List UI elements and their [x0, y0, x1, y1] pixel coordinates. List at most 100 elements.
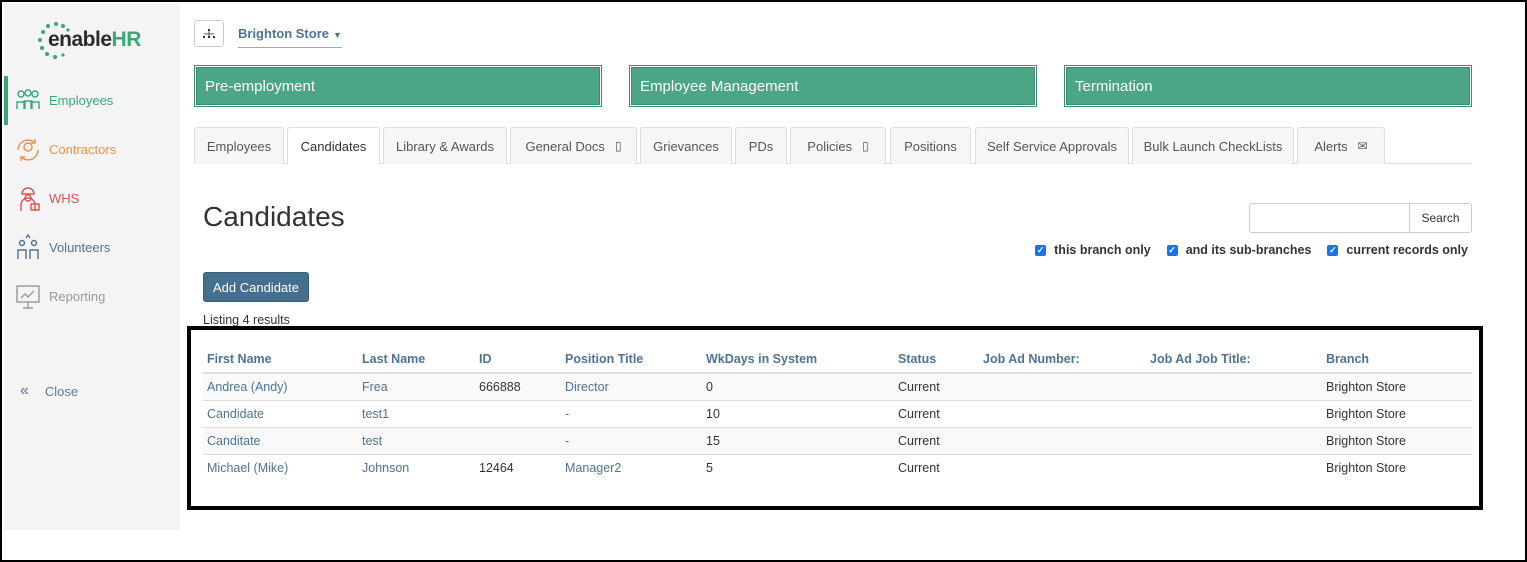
column-header[interactable]: Job Ad Job Title:	[1146, 346, 1322, 374]
sidebar-item-label: Employees	[49, 93, 114, 108]
sidebar-nav: Employees Contractors WHS Volunteers Rep…	[4, 76, 180, 321]
sidebar-item-contractors[interactable]: Contractors	[4, 125, 180, 174]
app-window: enableHR Employees Contractors WHS Volun…	[0, 0, 1527, 562]
contractor-cycle-icon	[17, 138, 39, 161]
branch-name: Brighton Store	[238, 26, 329, 41]
sidebar-close-button[interactable]: « Close	[4, 376, 78, 406]
org-tree-button[interactable]	[194, 20, 224, 47]
mobile-icon: ▯	[614, 139, 622, 153]
tab-alerts[interactable]: Alerts ✉	[1297, 127, 1385, 164]
cell-id	[475, 399, 561, 427]
column-header[interactable]: Position Title	[561, 346, 702, 374]
cell-job-ad-number	[979, 399, 1146, 427]
tab-positions[interactable]: Positions	[890, 127, 971, 164]
mobile-icon: ▯	[862, 139, 869, 153]
cell-job-ad-number	[979, 426, 1146, 454]
cell-wkdays: 15	[702, 426, 894, 454]
report-board-icon	[16, 284, 40, 309]
category-employee-management[interactable]: Employee Management	[629, 65, 1037, 107]
sidebar-item-reporting[interactable]: Reporting	[4, 272, 180, 321]
cell-last-name[interactable]: test	[358, 426, 475, 454]
candidates-table: First Name Last Name ID Position Title W…	[203, 346, 1472, 481]
table-row: Michael (Mike) Johnson 12464 Manager2 5 …	[203, 453, 1472, 481]
search-input[interactable]	[1249, 203, 1410, 233]
close-label: Close	[44, 383, 79, 399]
cell-job-ad-title	[1146, 453, 1322, 481]
branch-selector[interactable]: Brighton Store ▼	[238, 26, 342, 48]
sidebar-item-label: Volunteers	[49, 240, 111, 255]
cell-id: 666888	[475, 372, 561, 400]
column-header[interactable]: Job Ad Number:	[979, 346, 1146, 374]
cell-wkdays: 10	[702, 399, 894, 427]
cell-branch: Brighton Store	[1322, 453, 1472, 481]
column-header[interactable]: WkDays in System	[702, 346, 894, 374]
logo-prefix: enable	[48, 28, 112, 51]
cell-position-title[interactable]: Director	[561, 372, 702, 400]
cell-first-name[interactable]: Michael (Mike)	[203, 453, 358, 481]
sidebar-item-whs[interactable]: WHS	[4, 174, 180, 223]
sidebar-item-label: Reporting	[49, 289, 106, 304]
tab-library-awards[interactable]: Library & Awards	[383, 127, 507, 164]
cell-job-ad-title	[1146, 399, 1322, 427]
sidebar-item-label: WHS	[49, 191, 80, 206]
checkbox-sub-branches[interactable]: ✓	[1166, 244, 1178, 256]
column-header[interactable]: First Name	[203, 346, 358, 374]
cell-branch: Brighton Store	[1322, 426, 1472, 454]
app-logo[interactable]: enableHR	[36, 20, 156, 60]
safety-worker-icon	[20, 186, 40, 211]
filter-label: and its sub-branches	[1185, 243, 1312, 257]
cell-first-name[interactable]: Andrea (Andy)	[203, 372, 358, 400]
table-header-row: First Name Last Name ID Position Title W…	[203, 346, 1472, 374]
category-termination[interactable]: Termination	[1064, 65, 1472, 107]
tab-employees[interactable]: Employees	[194, 127, 284, 164]
cell-position-title[interactable]: -	[561, 399, 702, 427]
page-title: Candidates	[203, 201, 345, 232]
checkbox-current-records[interactable]: ✓	[1327, 244, 1339, 256]
column-header[interactable]: ID	[475, 346, 561, 374]
filter-label: this branch only	[1054, 243, 1151, 257]
tab-bulk-launch-checklists[interactable]: Bulk Launch CheckLists	[1132, 127, 1294, 164]
table-row: Andrea (Andy) Frea 666888 Director 0 Cur…	[203, 372, 1472, 400]
cell-position-title[interactable]: Manager2	[561, 453, 702, 481]
cell-status: Current	[894, 453, 979, 481]
tab-pds[interactable]: PDs	[735, 127, 787, 164]
cell-branch: Brighton Store	[1322, 399, 1472, 427]
tab-grievances[interactable]: Grievances	[640, 127, 732, 164]
cell-last-name[interactable]: Frea	[358, 372, 475, 400]
sidebar-item-employees[interactable]: Employees	[4, 76, 180, 125]
double-chevron-left-icon: «	[20, 382, 29, 399]
filter-label: current records only	[1346, 243, 1468, 257]
cell-position-title[interactable]: -	[561, 426, 702, 454]
tab-policies[interactable]: Policies ▯	[790, 127, 886, 164]
column-header[interactable]: Status	[894, 346, 979, 374]
tab-bar: Employees Candidates Library & Awards Ge…	[194, 127, 1472, 165]
search-button[interactable]: Search	[1409, 203, 1472, 233]
cell-id	[475, 426, 561, 454]
checkbox-this-branch[interactable]: ✓	[1035, 244, 1047, 256]
sidebar: enableHR Employees Contractors WHS Volun…	[4, 4, 180, 530]
cell-first-name[interactable]: Candidate	[203, 399, 358, 427]
filter-options: ✓ this branch only ✓ and its sub-branche…	[1035, 243, 1468, 257]
category-pre-employment[interactable]: Pre-employment	[194, 65, 602, 107]
envelope-icon: ✉	[1357, 139, 1368, 153]
add-candidate-button[interactable]: Add Candidate	[203, 272, 309, 302]
people-icon	[16, 88, 40, 109]
cell-status: Current	[894, 372, 979, 400]
cell-last-name[interactable]: test1	[358, 399, 475, 427]
tab-self-service-approvals[interactable]: Self Service Approvals	[975, 127, 1129, 164]
column-header[interactable]: Last Name	[358, 346, 475, 374]
cell-last-name[interactable]: Johnson	[358, 453, 475, 481]
logo-suffix: HR	[111, 28, 142, 51]
cell-id: 12464	[475, 453, 561, 481]
cell-job-ad-title	[1146, 372, 1322, 400]
cell-job-ad-title	[1146, 426, 1322, 454]
table-row: Candidate test1 - 10 Current Brighton St…	[203, 399, 1472, 427]
listing-count: Listing 4 results	[203, 313, 290, 327]
column-header[interactable]: Branch	[1322, 346, 1472, 374]
cell-wkdays: 0	[702, 372, 894, 400]
cell-first-name[interactable]: Canditate	[203, 426, 358, 454]
caret-down-icon: ▼	[333, 30, 342, 40]
sidebar-item-volunteers[interactable]: Volunteers	[4, 223, 180, 272]
tab-general-docs[interactable]: General Docs ▯	[510, 127, 637, 164]
tab-candidates[interactable]: Candidates	[287, 127, 380, 165]
